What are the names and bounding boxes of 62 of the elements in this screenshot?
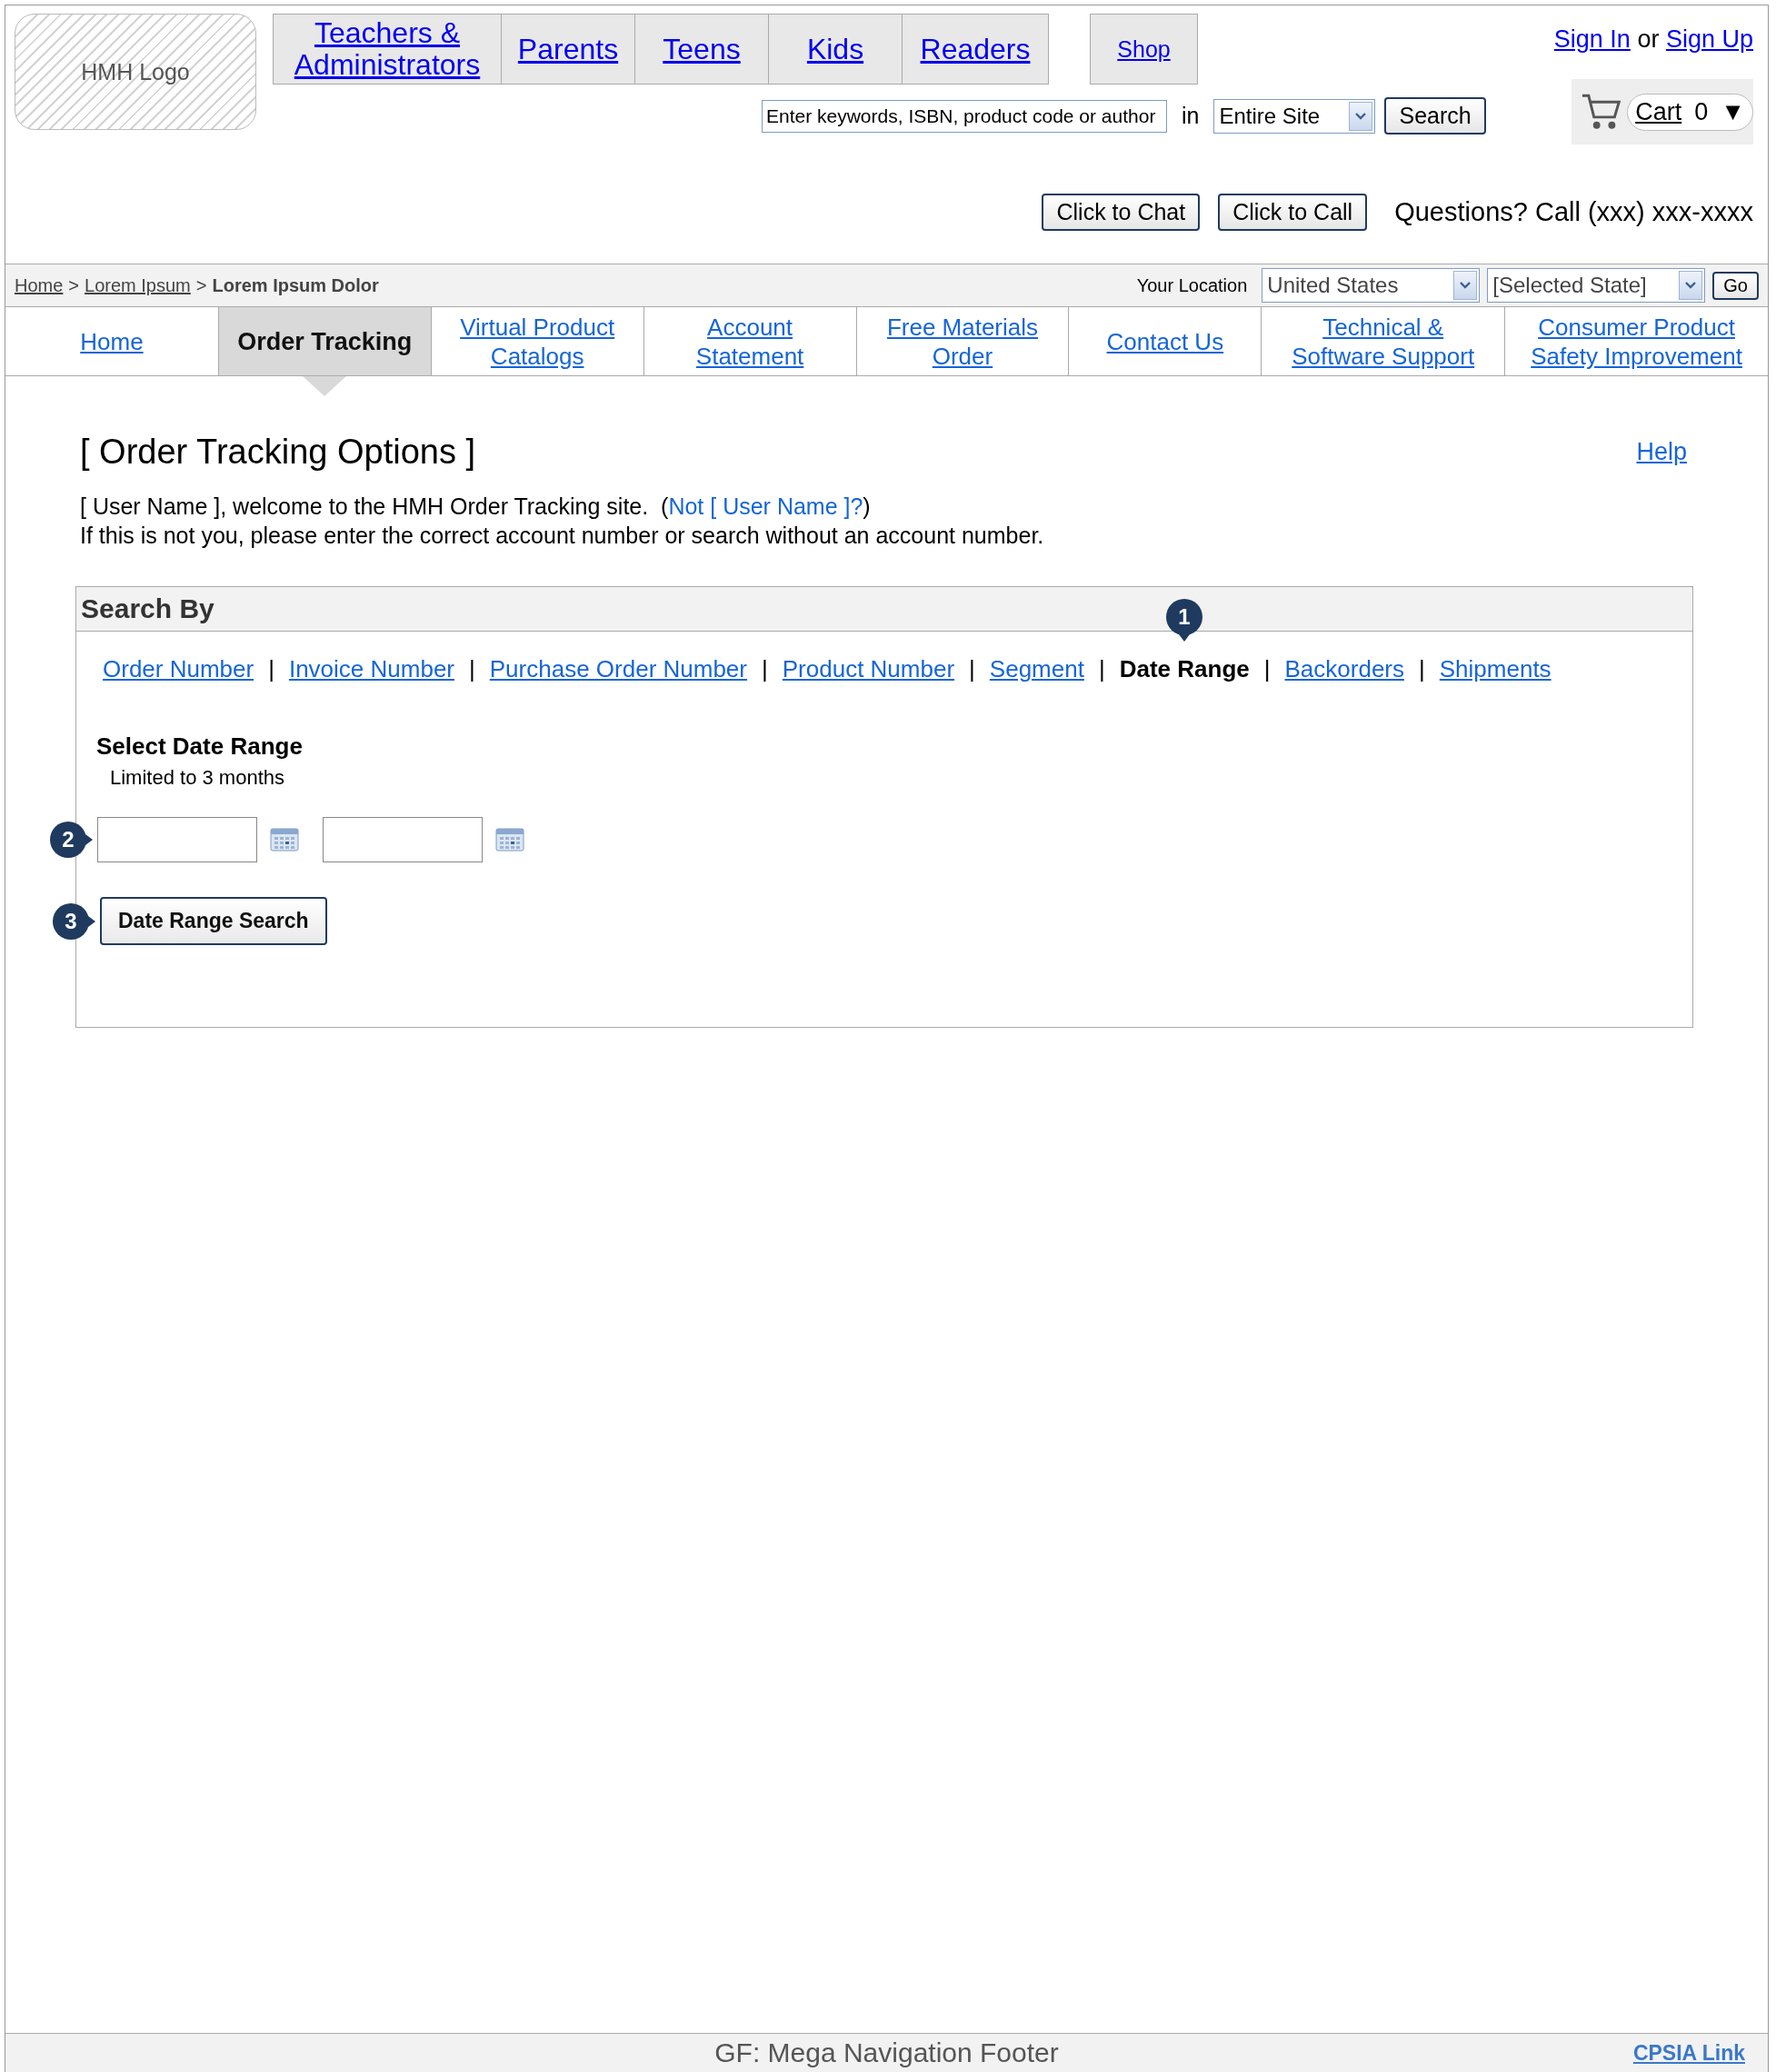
go-button[interactable]: Go — [1712, 271, 1759, 300]
top-nav-link[interactable]: Parents — [502, 14, 635, 85]
nav-tab[interactable]: Contact Us — [1069, 307, 1262, 375]
nav-tab[interactable]: Consumer Product Safety Improvement — [1505, 307, 1768, 375]
search-option[interactable]: Order Number — [103, 655, 254, 683]
breadcrumb-current: Lorem Ipsum Dolor — [212, 274, 379, 296]
cpsia-link[interactable]: CPSIA Link — [1632, 2040, 1745, 2066]
option-separator: | — [268, 655, 274, 683]
top-nav-link[interactable]: Kids — [769, 14, 903, 85]
section-heading: Select Date Range — [96, 732, 304, 761]
top-nav-link[interactable]: Teachers & Administrators — [273, 14, 502, 85]
search-option[interactable]: Segment — [989, 655, 1084, 683]
instruction-text: If this is not you, please enter the correct account number or search without an account number. — [80, 522, 1045, 550]
breadcrumb-separator: > — [68, 274, 80, 296]
search-option[interactable]: Shipments — [1439, 655, 1552, 683]
search-option[interactable]: Invoice Number — [288, 655, 454, 683]
tab-pointer-icon — [303, 376, 347, 396]
search-option[interactable]: Purchase Order Number — [489, 655, 747, 683]
search-field[interactable]: Enter keywords, ISBN, product code or author — [762, 99, 1167, 133]
nav-tab[interactable]: Account Statement — [644, 307, 857, 375]
scope-dropdown[interactable]: Entire Site — [1213, 98, 1376, 134]
nav-tab[interactable]: Home — [5, 307, 219, 375]
scope-label: in — [1182, 103, 1200, 129]
breadcrumb-link[interactable]: Home — [15, 274, 64, 296]
shop-link[interactable]: Shop — [1090, 14, 1198, 85]
date-range-search-button[interactable]: Date Range Search — [100, 897, 327, 945]
contact-button[interactable]: Click to Call — [1218, 194, 1368, 231]
start-date-field[interactable] — [97, 817, 257, 862]
option-separator: | — [1098, 655, 1105, 683]
option-separator: | — [469, 655, 475, 683]
cart-dropdown[interactable]: Cart 0 ▼ — [1627, 93, 1753, 131]
sign-up-link[interactable]: Sign Up — [1665, 25, 1753, 53]
breadcrumb-separator: > — [195, 274, 207, 296]
phone-text: Questions? Call (xxx) xxx-xxxx — [1394, 197, 1753, 227]
search-option[interactable]: Backorders — [1284, 655, 1404, 683]
help-link[interactable]: Help — [1636, 438, 1687, 466]
option-separator: | — [969, 655, 975, 683]
contact-button[interactable]: Click to Chat — [1042, 194, 1201, 231]
nav-tab[interactable]: Free Materials Order — [856, 307, 1070, 375]
top-nav-link[interactable]: Readers — [903, 14, 1049, 85]
nav-tab[interactable]: Technical & Software Support — [1262, 307, 1506, 375]
footer-text: GF: Mega Navigation Footer — [714, 2037, 1059, 2068]
option-separator: | — [1263, 655, 1271, 683]
state-dropdown[interactable]: [Selected State] — [1487, 268, 1706, 303]
or-text: or — [1637, 25, 1660, 53]
page-title: [ Order Tracking Options ] — [80, 433, 476, 472]
search-button[interactable]: Search — [1384, 97, 1486, 134]
option-separator: | — [762, 655, 768, 683]
option-separator: | — [1419, 655, 1425, 683]
breadcrumb-link[interactable]: Lorem Ipsum — [85, 274, 191, 296]
search-option[interactable]: Product Number — [782, 655, 955, 683]
logo-label: HMH Logo — [81, 58, 190, 85]
location-label: Your Location — [1136, 274, 1248, 296]
welcome-text: [ User Name ], welcome to the HMH Order Tracking site. (Not [ User Name ]?) — [80, 493, 872, 521]
nav-tab[interactable]: Virtual Product Catalogs — [431, 307, 644, 375]
sign-in-link[interactable]: Sign In — [1553, 25, 1631, 53]
end-date-field[interactable] — [323, 817, 483, 862]
cart-icon[interactable] — [1581, 92, 1622, 132]
not-user-link[interactable]: Not [ User Name ]? — [668, 493, 863, 519]
top-nav-link[interactable]: Teens — [635, 14, 769, 85]
limit-note: Limited to 3 months — [110, 766, 285, 790]
country-dropdown[interactable]: United States — [1262, 268, 1481, 303]
